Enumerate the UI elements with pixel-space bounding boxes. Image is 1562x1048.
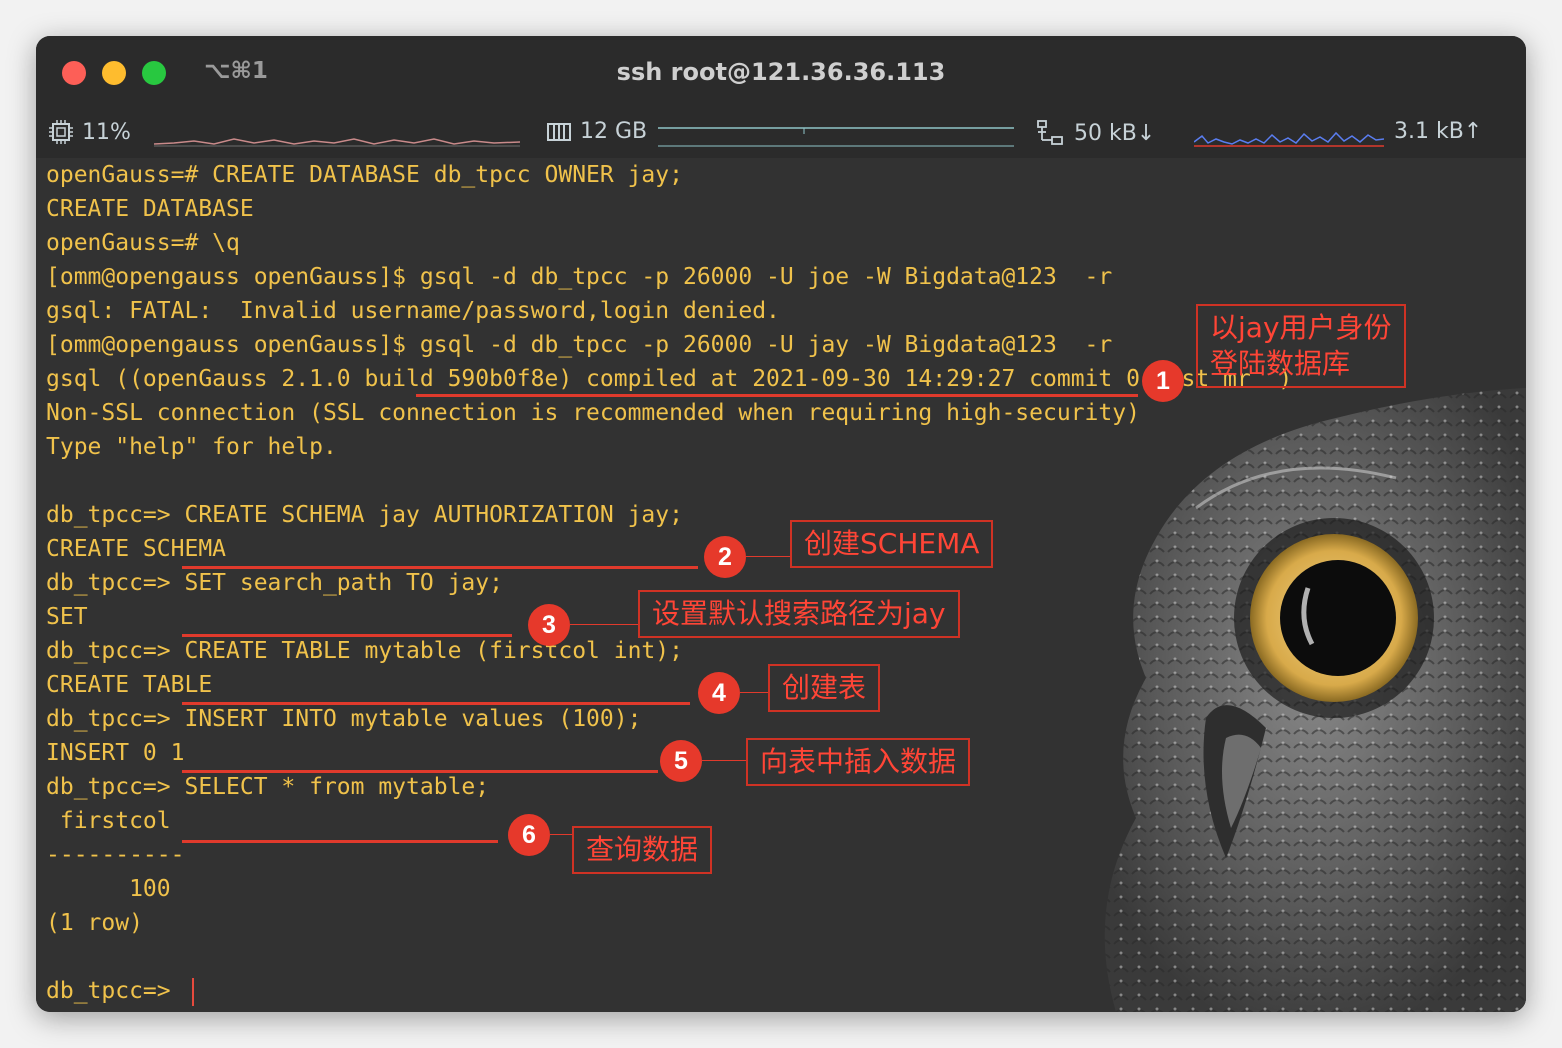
terminal-body[interactable]: openGauss=# CREATE DATABASE db_tpcc OWNE… (36, 158, 1526, 1012)
terminal-line: db_tpcc=> CREATE TABLE mytable (firstcol… (46, 634, 1292, 668)
underline-6 (182, 840, 498, 843)
terminal-line-text: CREATE DATABASE (46, 196, 254, 222)
underline-4 (182, 702, 690, 705)
terminal-output: openGauss=# CREATE DATABASE db_tpcc OWNE… (46, 158, 1292, 1008)
terminal-line: [omm@opengauss openGauss]$ gsql -d db_tp… (46, 260, 1292, 294)
annotation-badge-1: 1 (1142, 360, 1184, 402)
annotation-badge-5: 5 (660, 740, 702, 782)
connector-4 (740, 692, 768, 693)
memory-stat: 12 GB (546, 119, 647, 144)
terminal-line-text: Non-SSL connection (SSL connection is re… (46, 400, 1140, 426)
network-sparkline (1194, 131, 1384, 147)
network-icon (1037, 120, 1063, 145)
annotation-note-3: 设置默认搜索路径为jay (638, 590, 960, 638)
net-up-stat: 3.1 kB↑ (1394, 119, 1482, 144)
terminal-line: db_tpcc=> INSERT INTO mytable values (10… (46, 702, 1292, 736)
network-stat: 50 kB↓ (1036, 119, 1155, 147)
cpu-sparkline (154, 138, 520, 147)
terminal-line: db_tpcc=> (46, 974, 1292, 1008)
terminal-line: (1 row) (46, 906, 1292, 940)
terminal-line-text: db_tpcc=> INSERT INTO mytable values (10… (46, 706, 642, 732)
annotation-note-4: 创建表 (768, 664, 881, 712)
connector-5 (702, 760, 746, 761)
terminal-line: CREATE SCHEMA (46, 532, 1292, 566)
status-bar: 11% 12 GB 50 kB↓ 3.1 kB↑ (36, 112, 1526, 158)
annotation-badge-6: 6 (508, 814, 550, 856)
terminal-line: gsql: FATAL: Invalid username/password,l… (46, 294, 1292, 328)
cpu-stat: 11% (48, 119, 131, 145)
annotation-badge-2: 2 (704, 536, 746, 578)
title-bar[interactable]: ⌥⌘1 ssh root@121.36.36.113 (36, 36, 1526, 112)
underline-3 (182, 634, 512, 637)
window-title: ssh root@121.36.36.113 (616, 58, 946, 86)
memory-icon (547, 122, 571, 141)
terminal-line-text: CREATE TABLE (46, 672, 213, 698)
terminal-line: [omm@opengauss openGauss]$ gsql -d db_tp… (46, 328, 1292, 362)
text-cursor (192, 977, 195, 1006)
underline-1 (416, 394, 1138, 397)
terminal-line-text: 100 (46, 876, 171, 902)
terminal-line-text: openGauss=# \q (46, 230, 240, 256)
terminal-line: 100 (46, 872, 1292, 906)
terminal-line-text: [omm@opengauss openGauss]$ gsql -d db_tp… (46, 264, 1113, 290)
terminal-line-text: gsql: FATAL: Invalid username/password,l… (46, 298, 780, 324)
annotation-badge-3: 3 (528, 604, 570, 646)
terminal-line: CREATE TABLE (46, 668, 1292, 702)
terminal-line-text: db_tpcc=> SET search_path TO jay; (46, 570, 503, 596)
annotation-note-5: 向表中插入数据 (746, 738, 971, 786)
terminal-window: ⌥⌘1 ssh root@121.36.36.113 11% 12 GB 50 … (36, 36, 1526, 1012)
annotation-note-2: 创建SCHEMA (790, 520, 994, 568)
net-down-value: 50 kB↓ (1074, 120, 1156, 146)
terminal-line-text: Type "help" for help. (46, 434, 337, 460)
terminal-line-text: [omm@opengauss openGauss]$ gsql -d db_tp… (46, 332, 1113, 358)
underline-2 (182, 566, 698, 569)
memory-sparkline (658, 127, 1014, 147)
terminal-line-text: db_tpcc=> CREATE SCHEMA jay AUTHORIZATIO… (46, 502, 683, 528)
terminal-line-text: gsql ((openGauss 2.1.0 build 590b0f8e) c… (46, 366, 1293, 392)
net-up-value: 3.1 kB↑ (1394, 119, 1483, 144)
cpu-value: 11% (82, 119, 131, 145)
terminal-line: db_tpcc=> CREATE SCHEMA jay AUTHORIZATIO… (46, 498, 1292, 532)
connector-3 (570, 624, 638, 625)
terminal-line-text: openGauss=# CREATE DATABASE db_tpcc OWNE… (46, 162, 683, 188)
annotation-badge-4: 4 (698, 672, 740, 714)
terminal-line-text: db_tpcc=> (46, 978, 185, 1004)
terminal-line: Type "help" for help. (46, 430, 1292, 464)
terminal-line: openGauss=# \q (46, 226, 1292, 260)
cpu-chip-icon (49, 120, 73, 144)
terminal-line: CREATE DATABASE (46, 192, 1292, 226)
terminal-line-text: SET (46, 604, 88, 630)
terminal-line-text: firstcol (46, 808, 171, 834)
terminal-line: openGauss=# CREATE DATABASE db_tpcc OWNE… (46, 158, 1292, 192)
memory-value: 12 GB (580, 119, 648, 144)
terminal-line-text: db_tpcc=> SELECT * from mytable; (46, 774, 490, 800)
terminal-line: gsql ((openGauss 2.1.0 build 590b0f8e) c… (46, 362, 1292, 396)
terminal-line-text: db_tpcc=> CREATE TABLE mytable (firstcol… (46, 638, 683, 664)
terminal-line-text: INSERT 0 1 (46, 740, 185, 766)
underline-5 (182, 770, 658, 773)
terminal-line-text: ---------- (46, 842, 185, 868)
terminal-line-text: (1 row) (46, 910, 143, 936)
terminal-line-text: CREATE SCHEMA (46, 536, 227, 562)
connector-2 (746, 556, 790, 557)
terminal-line: Non-SSL connection (SSL connection is re… (46, 396, 1292, 430)
annotation-note-1: 以jay用户身份 登陆数据库 (1196, 304, 1406, 388)
annotation-note-6: 查询数据 (572, 826, 713, 874)
connector-6 (550, 834, 572, 835)
